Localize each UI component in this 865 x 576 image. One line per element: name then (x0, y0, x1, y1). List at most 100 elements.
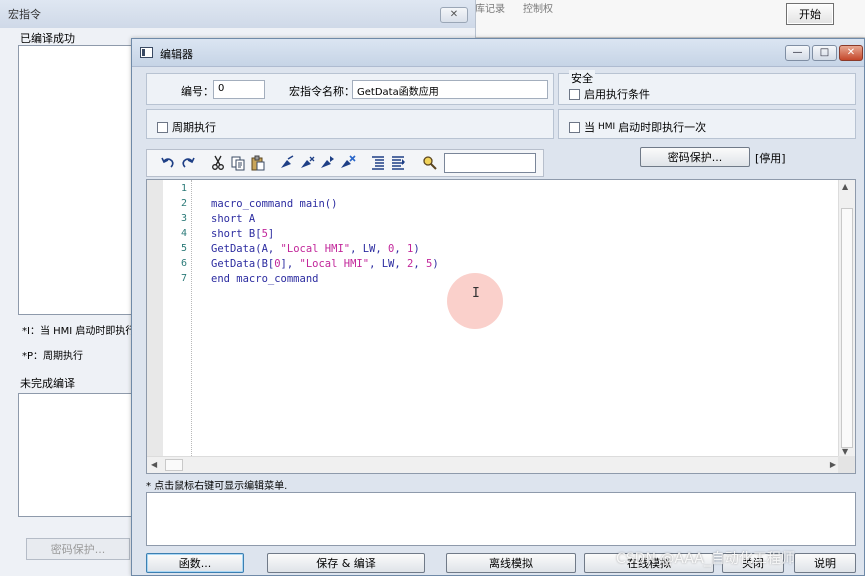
compile-message-box (146, 492, 856, 546)
undo-icon[interactable] (159, 154, 177, 172)
text-cursor-icon: I (472, 286, 480, 301)
help-button[interactable]: 说明 (794, 553, 856, 573)
find-icon[interactable] (421, 154, 439, 172)
redo-icon[interactable] (179, 154, 197, 172)
bookmark-prev-icon[interactable] (319, 154, 337, 172)
note-hmi-start: *I：当 HMI 启动时即执行 (22, 326, 136, 337)
close-icon: ✕ (449, 9, 459, 20)
code-line[interactable]: short B[5] (211, 228, 274, 240)
close-window-button[interactable]: ✕ (839, 45, 863, 61)
tab-records[interactable]: 库记录 (475, 0, 505, 15)
tab-control[interactable]: 控制权 (523, 0, 553, 15)
periodic-label: 周期执行 (172, 121, 216, 134)
checkbox-icon (569, 121, 580, 133)
copy-icon[interactable] (229, 154, 247, 172)
code-token: short B[ (211, 228, 262, 240)
security-label: 安全 (569, 70, 595, 86)
outdent-icon[interactable] (389, 154, 407, 172)
code-token: ) (432, 258, 439, 270)
line-number: 1 (180, 183, 187, 194)
code-token: , LW, (369, 258, 407, 270)
disabled-tag: [停用] (755, 152, 786, 165)
horizontal-scrollbar[interactable]: ◀ ▶ (147, 456, 840, 473)
not-compiled-macro-list[interactable] (18, 393, 138, 517)
code-line[interactable]: end macro_command (211, 273, 318, 285)
horizontal-scroll-thumb[interactable] (165, 459, 183, 471)
macro-window-close-button[interactable]: ✕ (440, 7, 468, 23)
note-periodic: *P：周期执行 (22, 351, 84, 362)
macro-info-group: 编号： 0 宏指令名称： GetData函数应用 (146, 73, 554, 105)
vertical-scroll-thumb[interactable] (841, 208, 853, 448)
password-protect-button[interactable]: 密码保护... (640, 147, 750, 167)
vertical-scrollbar[interactable]: ▲ ▼ (838, 180, 855, 458)
scroll-right-icon[interactable]: ▶ (830, 460, 836, 469)
macro-name-label: 宏指令名称： (289, 85, 355, 98)
code-token: GetData(A, (211, 243, 281, 255)
maximize-button[interactable]: □ (812, 45, 837, 61)
macro-name-input[interactable]: GetData函数应用 (352, 80, 548, 99)
security-group: 安全 启用执行条件 (558, 70, 856, 105)
code-token: , (394, 243, 408, 255)
editor-app-icon (140, 47, 153, 58)
line-number: 5 (180, 243, 187, 254)
editor-title: 编辑器 (160, 48, 193, 61)
id-input[interactable]: 0 (213, 80, 265, 99)
code-token: macro_command main() (211, 198, 338, 210)
start-button[interactable]: 开始 (786, 3, 834, 25)
code-string-token: "Local HMI" (299, 258, 370, 270)
code-token: end macro_command (211, 273, 319, 285)
enable-condition-label: 启用执行条件 (584, 88, 650, 101)
periodic-group: 周期执行 (146, 109, 554, 139)
context-menu-hint: * 点击鼠标右键可显示编辑菜单. (146, 481, 288, 492)
code-line[interactable]: GetData(A, "Local HMI", LW, 0, 1) (211, 243, 420, 255)
enable-condition-checkbox[interactable]: 启用执行条件 (569, 86, 650, 102)
line-number: 6 (180, 258, 187, 269)
mouse-cursor-highlight (447, 273, 503, 329)
code-string-token: "Local HMI" (280, 243, 351, 255)
not-compiled-label: 未完成编译 (20, 377, 75, 390)
scroll-left-icon[interactable]: ◀ (151, 460, 157, 469)
editor-title-bar: 编辑器 — □ ✕ (132, 39, 864, 67)
save-compile-button[interactable]: 保存 & 编译 (267, 553, 425, 573)
code-line[interactable]: macro_command main() (211, 198, 337, 210)
code-token: short A (211, 213, 256, 225)
watermark-text: CSDN @AAA_自动化工程师 (616, 551, 795, 567)
macro-window-title: 宏指令 (0, 0, 475, 28)
line-number: 3 (180, 213, 187, 224)
offline-simulation-button[interactable]: 离线模拟 (446, 553, 576, 573)
code-line[interactable]: GetData(B[0], "Local HMI", LW, 2, 5) (211, 258, 439, 270)
code-editor[interactable]: 1 2 3 4 5 6 7 macro_command main() short A short… (146, 179, 856, 474)
bookmark-toggle-icon[interactable] (279, 154, 297, 172)
bookmark-margin[interactable] (147, 180, 163, 458)
code-token: ) (413, 243, 420, 255)
function-button[interactable]: 函数... (146, 553, 244, 573)
code-token: , (413, 258, 426, 270)
run-once-group: 当 HMI 启动时即执行一次 (558, 109, 856, 139)
cut-icon[interactable] (209, 154, 227, 172)
code-token: GetData(B[ (211, 258, 275, 270)
minimize-button[interactable]: — (785, 45, 810, 61)
code-token: , LW, (350, 243, 389, 255)
run-once-prefix: 当 (584, 121, 595, 134)
periodic-checkbox[interactable]: 周期执行 (157, 119, 216, 135)
code-line[interactable]: short A (211, 213, 255, 225)
paste-icon[interactable] (249, 154, 267, 172)
compiled-macro-list[interactable] (18, 45, 138, 315)
code-token: ] (267, 228, 275, 240)
run-once-hmi: HMI (598, 122, 616, 132)
scroll-up-icon[interactable]: ▲ (842, 182, 848, 191)
close-icon: ✕ (846, 47, 856, 58)
checkbox-icon (157, 121, 168, 133)
bookmark-clear-icon[interactable] (339, 154, 357, 172)
line-number: 2 (180, 198, 187, 209)
bookmark-next-icon[interactable] (299, 154, 317, 172)
run-once-checkbox[interactable]: 当 HMI 启动时即执行一次 (569, 119, 706, 135)
indent-icon[interactable] (369, 154, 387, 172)
maximize-icon: □ (819, 47, 830, 58)
macro-password-button[interactable]: 密码保护... (26, 538, 130, 560)
scroll-corner (838, 456, 855, 473)
scroll-down-icon[interactable]: ▼ (842, 447, 848, 456)
editor-toolbar (146, 149, 544, 177)
find-input[interactable] (444, 153, 536, 173)
line-number: 7 (180, 273, 187, 284)
